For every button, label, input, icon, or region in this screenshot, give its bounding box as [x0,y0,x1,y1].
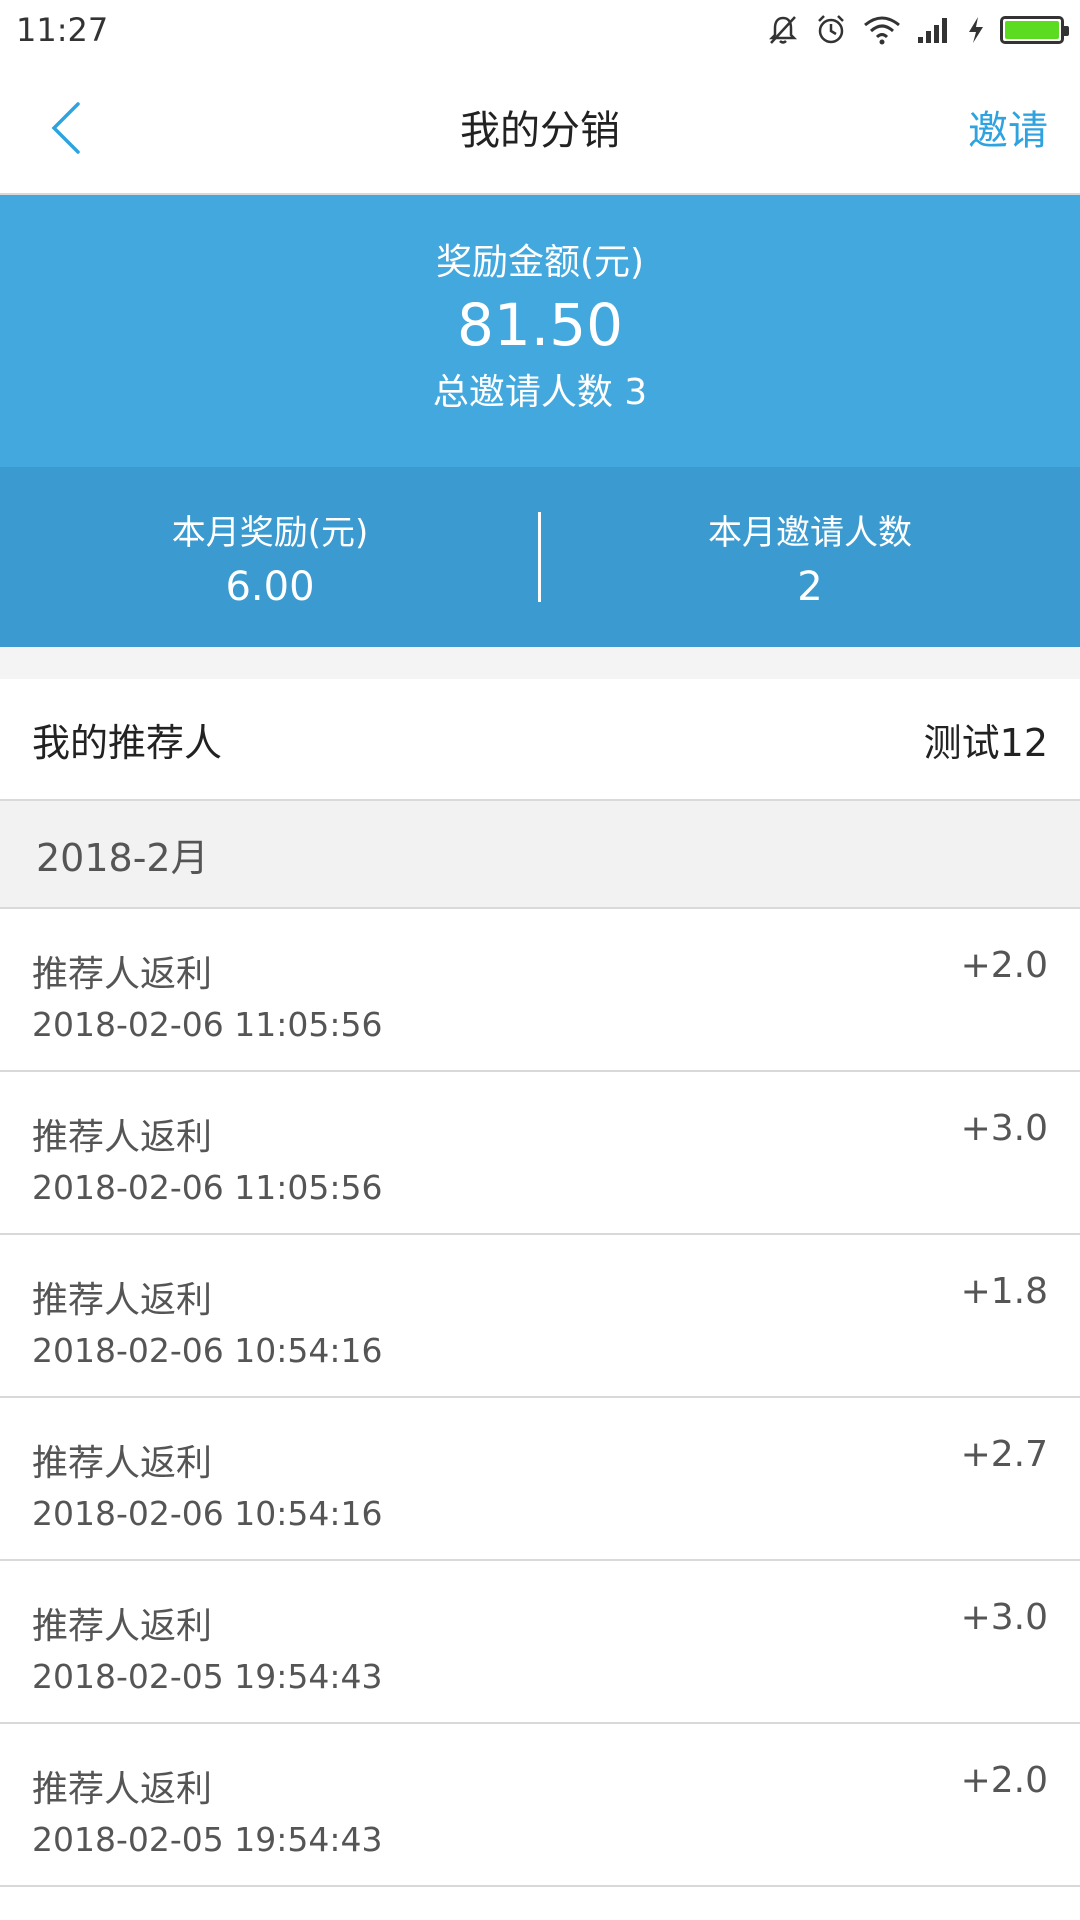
referrer-row: 我的推荐人 测试12 [0,679,1080,801]
referrer-value: 测试12 [923,720,1048,765]
page-title: 我的分销 [460,107,620,154]
record-amount: +2.0 [960,945,1048,986]
invite-button[interactable]: 邀请 [968,60,1048,193]
record-time: 2018-02-06 11:05:56 [32,1168,383,1207]
record-title: 推荐人返利 [32,1443,213,1484]
chevron-left-icon [48,100,84,160]
list-item[interactable]: 推荐人返利 2018-02-06 11:05:56 +2.0 [0,909,1080,1072]
record-title: 推荐人返利 [32,1606,213,1647]
record-title: 推荐人返利 [32,1769,213,1810]
month-invites-cell: 本月邀请人数 2 [540,467,1080,647]
back-button[interactable] [36,100,96,160]
stats-divider [538,512,541,602]
month-reward-label: 本月奖励(元) [171,512,369,553]
section-gap [0,647,1080,679]
battery-icon [1000,16,1069,44]
status-time: 11:27 [16,11,109,49]
month-invites-label: 本月邀请人数 [708,512,912,553]
record-time: 2018-02-06 11:05:56 [32,1005,383,1044]
record-amount: +1.8 [960,1271,1048,1312]
record-time: 2018-02-05 19:54:43 [32,1820,383,1859]
record-time: 2018-02-06 10:54:16 [32,1494,383,1533]
list-item[interactable]: 推荐人返利 2018-02-05 19:54:43 +2.0 [0,1724,1080,1887]
record-title: 推荐人返利 [32,1280,213,1321]
list-item[interactable]: 推荐人返利 2018-02-06 10:54:16 +2.7 [0,1398,1080,1561]
alarm-icon [814,13,848,47]
record-title: 推荐人返利 [32,954,213,995]
mute-icon [766,13,800,47]
list-item[interactable]: 推荐人返利 2018-02-05 19:54:43 +3.0 [0,1561,1080,1724]
reward-label: 奖励金额(元) [435,242,645,283]
total-invites: 总邀请人数 3 [432,372,648,413]
nav-bar: 我的分销 邀请 [0,60,1080,195]
month-group-header: 2018-2月 [0,801,1080,909]
record-title: 推荐人返利 [32,1117,213,1158]
status-icons [766,13,1069,47]
reward-amount: 81.50 [456,291,624,359]
record-amount: +2.0 [960,1760,1048,1801]
status-bar: 11:27 [0,0,1080,60]
list-item[interactable]: 推荐人返利 2018-02-06 10:54:16 +1.8 [0,1235,1080,1398]
wifi-icon [862,15,902,45]
monthly-stats: 本月奖励(元) 6.00 本月邀请人数 2 [0,467,1080,647]
record-time: 2018-02-05 19:54:43 [32,1657,383,1696]
reward-summary: 奖励金额(元) 81.50 总邀请人数 3 [0,195,1080,467]
battery-level [1005,21,1059,39]
record-amount: +2.7 [960,1434,1048,1475]
month-reward-cell: 本月奖励(元) 6.00 [0,467,540,647]
list-item[interactable]: 推荐人返利 2018-02-06 11:05:56 +3.0 [0,1072,1080,1235]
month-reward-value: 6.00 [225,563,315,610]
record-amount: +3.0 [960,1597,1048,1638]
referrer-label: 我的推荐人 [32,720,223,765]
records-list: 推荐人返利 2018-02-06 11:05:56 +2.0 推荐人返利 201… [0,909,1080,1887]
month-invites-value: 2 [797,563,823,610]
record-time: 2018-02-06 10:54:16 [32,1331,383,1370]
signal-icon [916,15,952,45]
record-amount: +3.0 [960,1108,1048,1149]
charging-icon [966,15,986,45]
